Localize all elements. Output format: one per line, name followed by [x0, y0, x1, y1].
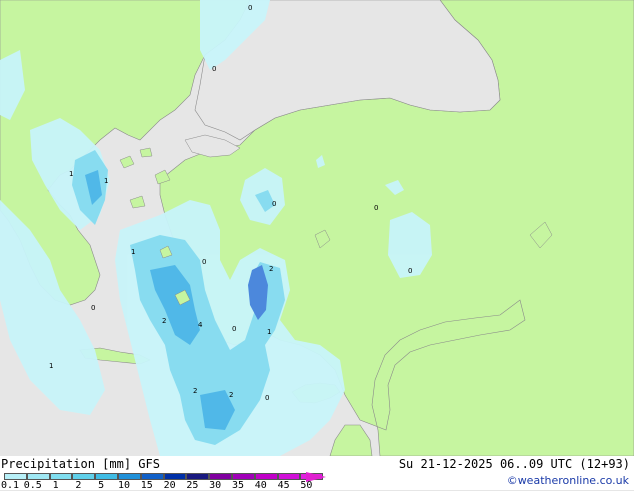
color-swatch [231, 473, 255, 480]
color-scale-ticks: 0.1 0.5 1 2 5 10 15 20 25 30 35 40 45 50 [0, 480, 340, 491]
map-label: 1 [104, 177, 108, 185]
color-scale-tick: 45 [277, 480, 290, 491]
map-label: 0 [212, 65, 216, 73]
credit-link[interactable]: ©weatheronline.co.uk [507, 474, 629, 487]
map-label: 2 [269, 265, 273, 273]
color-scale-tick: 0.5 [23, 480, 42, 491]
color-scale [4, 473, 324, 480]
map-label: 1 [49, 362, 53, 370]
color-swatch [26, 473, 50, 480]
color-swatch [95, 473, 118, 480]
map-label: 2 [193, 387, 197, 395]
color-swatch [254, 473, 278, 480]
map-label: 0 [91, 304, 95, 312]
map-label: 2 [162, 317, 166, 325]
color-swatch [49, 473, 73, 480]
precipitation-map: 0 0 1 1 0 0 1 0 2 0 0 2 4 0 1 1 2 2 0 [0, 0, 634, 456]
color-scale-tick: 10 [117, 480, 131, 491]
color-scale-tick: 5 [98, 480, 105, 491]
map-label: 0 [248, 4, 252, 12]
color-scale-tick: 1 [52, 480, 59, 491]
color-swatch [209, 473, 232, 480]
color-swatch [277, 473, 301, 480]
color-scale-tick: 40 [254, 480, 267, 491]
color-scale-tick: 35 [231, 480, 245, 491]
color-swatch [186, 473, 210, 480]
map-label: 0 [265, 394, 269, 402]
color-scale-tick: 2 [75, 480, 82, 491]
color-scale-tick: 20 [163, 480, 176, 491]
map-label: 1 [267, 328, 271, 336]
color-scale-tick: 0.1 [0, 480, 20, 491]
map-label: 1 [131, 248, 135, 256]
color-swatch [117, 473, 141, 480]
map-label: 0 [202, 258, 206, 266]
map-label: 0 [272, 200, 276, 208]
map-label: 0 [374, 204, 378, 212]
color-swatch [163, 473, 187, 480]
color-swatch [72, 473, 96, 480]
map-label: 0 [408, 267, 412, 275]
color-swatch [4, 473, 27, 480]
map-label: 2 [229, 391, 233, 399]
color-scale-tick: 50 [300, 480, 313, 491]
map-label: 4 [198, 321, 203, 329]
color-swatch [140, 473, 164, 480]
legend-title: Precipitation [mm] GFS [1, 457, 160, 471]
map-label: 0 [232, 325, 236, 333]
color-scale-tick: 30 [209, 480, 222, 491]
color-scale-tick: 25 [186, 480, 199, 491]
color-scale-tick: 15 [140, 480, 153, 491]
map-label: 1 [69, 170, 73, 178]
forecast-time: Su 21-12-2025 06..09 UTC (12+93) [398, 457, 630, 471]
legend-bar: Precipitation [mm] GFS Su 21-12-2025 06.… [0, 456, 634, 491]
